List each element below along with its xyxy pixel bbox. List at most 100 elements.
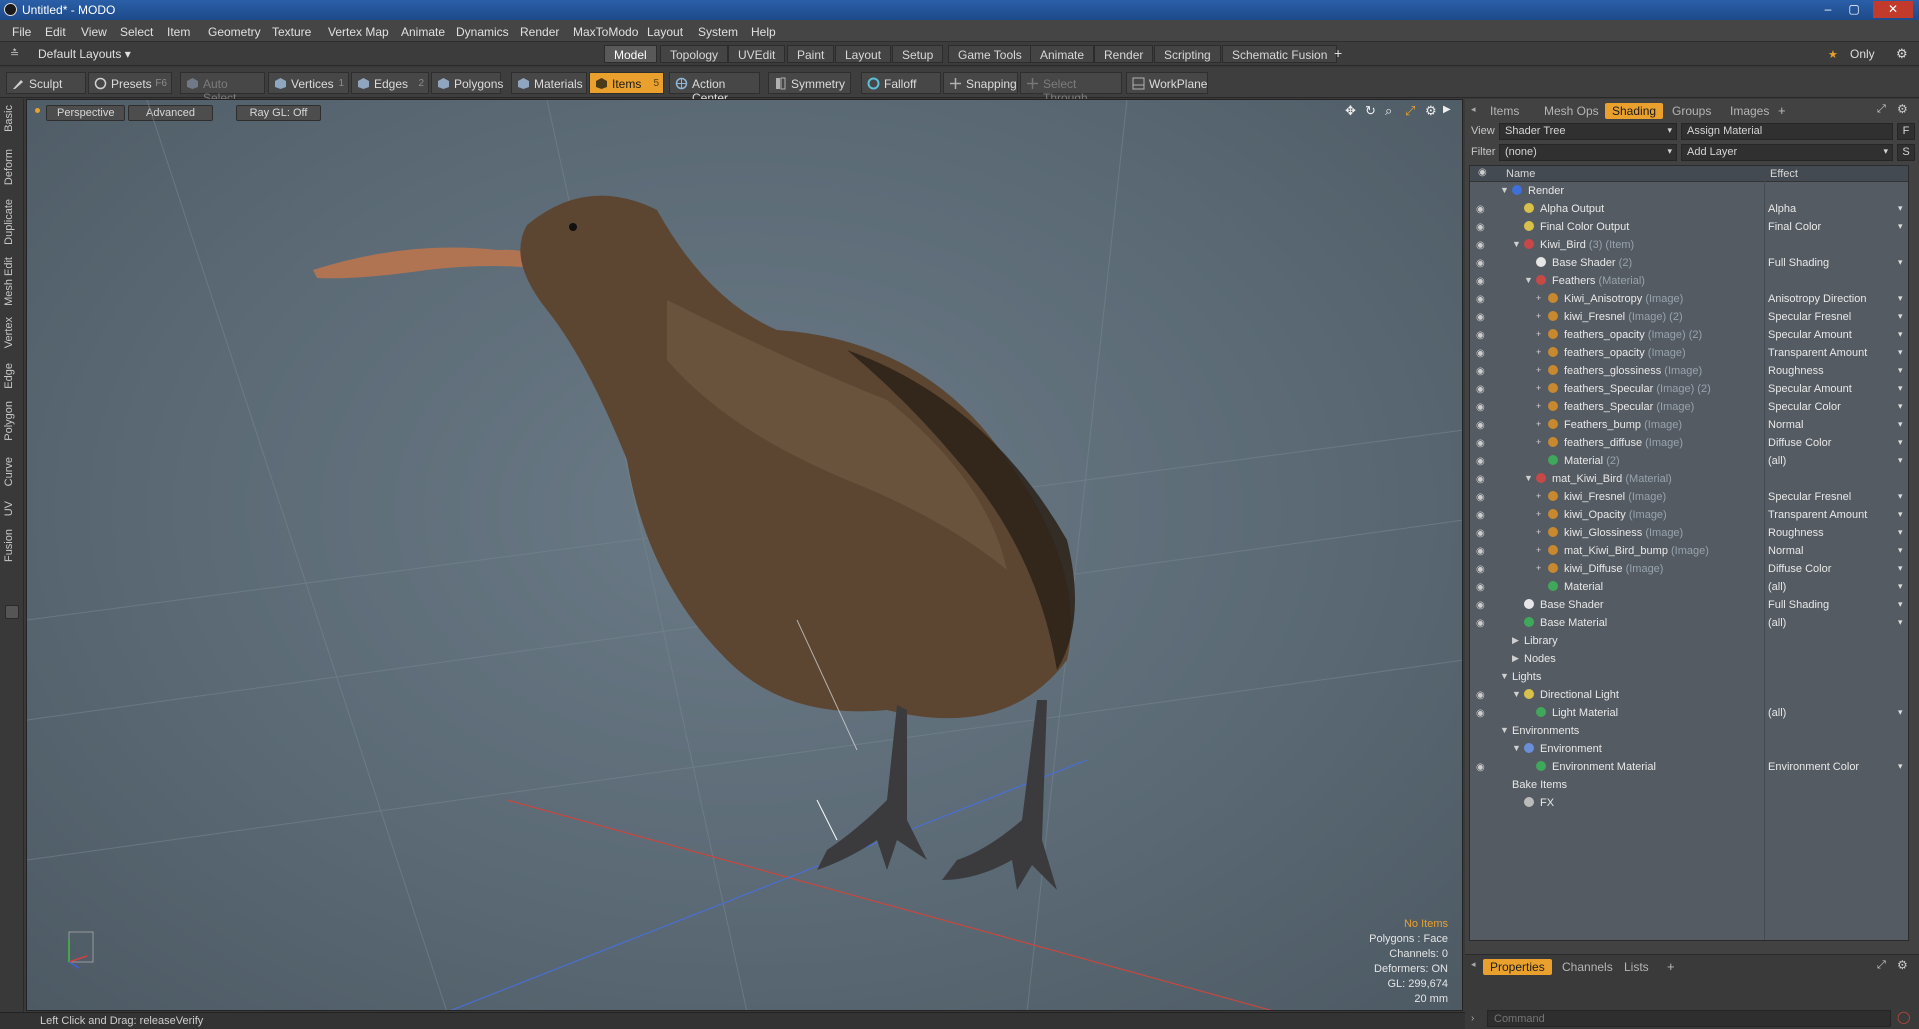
tree-row[interactable]: ◉ Base Shader (2) Full Shading ▾ bbox=[1470, 255, 1908, 273]
command-input[interactable] bbox=[1487, 1010, 1891, 1027]
tab-mesh-ops[interactable]: Mesh Ops bbox=[1537, 103, 1606, 119]
tree-row-effect[interactable]: Roughness bbox=[1768, 527, 1824, 539]
only-toggle[interactable]: Only bbox=[1850, 47, 1875, 61]
tab-shading[interactable]: Shading bbox=[1605, 103, 1664, 119]
menu-geometry[interactable]: Geometry bbox=[208, 25, 261, 39]
tree-row[interactable]: ◉ + feathers_opacity (Image) Transparent Am… bbox=[1470, 345, 1908, 363]
tree-row-effect[interactable]: Specular Color bbox=[1768, 401, 1841, 413]
tab-images[interactable]: Images bbox=[1723, 103, 1776, 119]
view-dropdown[interactable]: Shader Tree ▾ bbox=[1499, 123, 1677, 140]
effect-dropdown-icon[interactable]: ▾ bbox=[1898, 203, 1903, 214]
tree-row-effect[interactable]: Normal bbox=[1768, 419, 1803, 431]
visibility-eye-icon[interactable]: ◉ bbox=[1476, 294, 1490, 306]
menu-item[interactable]: Item bbox=[167, 25, 190, 39]
visibility-eye-icon[interactable]: ◉ bbox=[1476, 402, 1490, 414]
visibility-eye-icon[interactable]: ◉ bbox=[1476, 564, 1490, 576]
tab-model[interactable]: Model bbox=[604, 45, 657, 63]
falloff-button[interactable]: Falloff bbox=[861, 72, 941, 94]
tab-render[interactable]: Render bbox=[1094, 45, 1154, 63]
effect-dropdown-icon[interactable]: ▾ bbox=[1898, 761, 1903, 772]
tree-row-effect[interactable]: Roughness bbox=[1768, 365, 1824, 377]
add-workspace-tab-button[interactable]: + bbox=[1334, 45, 1342, 61]
command-stop-icon[interactable]: ◯ bbox=[1897, 1010, 1910, 1024]
expand-plus-icon[interactable]: + bbox=[1536, 329, 1541, 339]
tree-row-effect[interactable]: Diffuse Color bbox=[1768, 437, 1831, 449]
visibility-eye-icon[interactable]: ◉ bbox=[1476, 438, 1490, 450]
expand-plus-icon[interactable]: + bbox=[1536, 347, 1541, 357]
menu-vertex-map[interactable]: Vertex Map bbox=[328, 25, 389, 39]
effect-dropdown-icon[interactable]: ▾ bbox=[1898, 581, 1903, 592]
tree-row[interactable]: ▼ Lights bbox=[1470, 669, 1908, 687]
tree-row[interactable]: ▼ Environments bbox=[1470, 723, 1908, 741]
tab-channels[interactable]: Channels bbox=[1555, 959, 1620, 975]
expand-toggle-icon[interactable]: ▼ bbox=[1500, 725, 1509, 735]
effect-dropdown-icon[interactable]: ▾ bbox=[1898, 311, 1903, 322]
menu-layout[interactable]: Layout bbox=[647, 25, 683, 39]
tree-row[interactable]: ◉ + kiwi_Opacity (Image) Transparent Amount… bbox=[1470, 507, 1908, 525]
effect-dropdown-icon[interactable]: ▾ bbox=[1898, 563, 1903, 574]
kiwi-bird-model[interactable] bbox=[313, 195, 1075, 890]
f-button[interactable]: F bbox=[1897, 123, 1915, 140]
effect-dropdown-icon[interactable]: ▾ bbox=[1898, 599, 1903, 610]
effect-dropdown-icon[interactable]: ▾ bbox=[1898, 401, 1903, 412]
visibility-eye-icon[interactable]: ◉ bbox=[1476, 420, 1490, 432]
maximize-button[interactable]: ▢ bbox=[1843, 1, 1865, 18]
menu-dynamics[interactable]: Dynamics bbox=[456, 25, 509, 39]
visibility-eye-icon[interactable]: ◉ bbox=[1476, 276, 1490, 288]
visibility-eye-icon[interactable]: ◉ bbox=[1476, 240, 1490, 252]
effect-dropdown-icon[interactable]: ▾ bbox=[1898, 329, 1903, 340]
expand-toggle-icon[interactable]: ▶ bbox=[1512, 635, 1519, 646]
effect-dropdown-icon[interactable]: ▾ bbox=[1898, 707, 1903, 718]
expand-plus-icon[interactable]: + bbox=[1536, 437, 1541, 447]
expand-toggle-icon[interactable]: ▼ bbox=[1512, 239, 1521, 249]
tree-row[interactable]: ◉ + kiwi_Fresnel (Image) Specular Fresnel ▾ bbox=[1470, 489, 1908, 507]
effect-dropdown-icon[interactable]: ▾ bbox=[1898, 617, 1903, 628]
assign-material-button[interactable]: Assign Material bbox=[1681, 123, 1893, 140]
items-button[interactable]: Items 5 bbox=[589, 72, 664, 94]
tree-row[interactable]: ◉ Final Color Output Final Color ▾ bbox=[1470, 219, 1908, 237]
tree-row-effect[interactable]: Transparent Amount bbox=[1768, 347, 1867, 359]
effect-dropdown-icon[interactable]: ▾ bbox=[1898, 347, 1903, 358]
tab-scripting[interactable]: Scripting bbox=[1154, 45, 1221, 63]
expand-plus-icon[interactable]: + bbox=[1536, 311, 1541, 321]
tree-row[interactable]: ◉ Environment Material Environment Color ▾ bbox=[1470, 759, 1908, 777]
expand-plus-icon[interactable]: + bbox=[1536, 545, 1541, 555]
tree-row[interactable]: ◉ + mat_Kiwi_Bird_bump (Image) Normal ▾ bbox=[1470, 543, 1908, 561]
tree-row[interactable]: FX bbox=[1470, 795, 1908, 813]
expand-toggle-icon[interactable]: ▼ bbox=[1500, 185, 1509, 195]
tree-row[interactable]: ◉ + feathers_diffuse (Image) Diffuse Color ▾ bbox=[1470, 435, 1908, 453]
snapping-button[interactable]: Snapping bbox=[943, 72, 1018, 94]
menu-edit[interactable]: Edit bbox=[45, 25, 66, 39]
tab-paint[interactable]: Paint bbox=[787, 45, 835, 63]
tree-row[interactable]: ▶ Library bbox=[1470, 633, 1908, 651]
tab-schematic-fusion[interactable]: Schematic Fusion bbox=[1222, 45, 1338, 63]
select-through-button[interactable]: Select Through bbox=[1020, 72, 1122, 105]
visibility-eye-icon[interactable]: ◉ bbox=[1476, 600, 1490, 612]
menu-animate[interactable]: Animate bbox=[401, 25, 445, 39]
visibility-eye-icon[interactable]: ◉ bbox=[1476, 582, 1490, 594]
tab-curve[interactable]: Curve bbox=[3, 457, 21, 486]
vertices-button[interactable]: Vertices 1 bbox=[268, 72, 349, 94]
panel-settings-icon[interactable]: ⚙ bbox=[1897, 102, 1908, 116]
tree-row[interactable]: ◉ Material (all) ▾ bbox=[1470, 579, 1908, 597]
tree-row[interactable]: ◉ Alpha Output Alpha ▾ bbox=[1470, 201, 1908, 219]
add-layer-dropdown[interactable]: Add Layer ▾ bbox=[1681, 144, 1893, 161]
tree-row-effect[interactable]: Specular Amount bbox=[1768, 329, 1852, 341]
properties-settings-icon[interactable]: ⚙ bbox=[1897, 958, 1908, 972]
panel-menu-arrow-icon[interactable]: ◂ bbox=[1471, 104, 1476, 115]
effect-dropdown-icon[interactable]: ▾ bbox=[1898, 455, 1903, 466]
tree-row[interactable]: ◉ + feathers_Specular (Image) (2) Specular … bbox=[1470, 381, 1908, 399]
presets-button[interactable]: Presets F6 bbox=[88, 72, 172, 94]
visibility-eye-icon[interactable]: ◉ bbox=[1476, 708, 1490, 720]
visibility-eye-icon[interactable]: ◉ bbox=[1476, 492, 1490, 504]
tab-uvedit[interactable]: UVEdit bbox=[728, 45, 786, 63]
tree-row[interactable]: ▼ Render bbox=[1470, 183, 1908, 201]
tab-layout[interactable]: Layout bbox=[835, 45, 892, 63]
tab-polygon[interactable]: Polygon bbox=[3, 401, 21, 441]
tab-uv[interactable]: UV bbox=[3, 501, 21, 516]
tree-row[interactable]: ◉ ▼ mat_Kiwi_Bird (Material) bbox=[1470, 471, 1908, 489]
tree-row-effect[interactable]: (all) bbox=[1768, 617, 1786, 629]
action-center-button[interactable]: Action Center bbox=[669, 72, 760, 105]
tree-row-effect[interactable]: Full Shading bbox=[1768, 257, 1829, 269]
expand-plus-icon[interactable]: + bbox=[1536, 509, 1541, 519]
